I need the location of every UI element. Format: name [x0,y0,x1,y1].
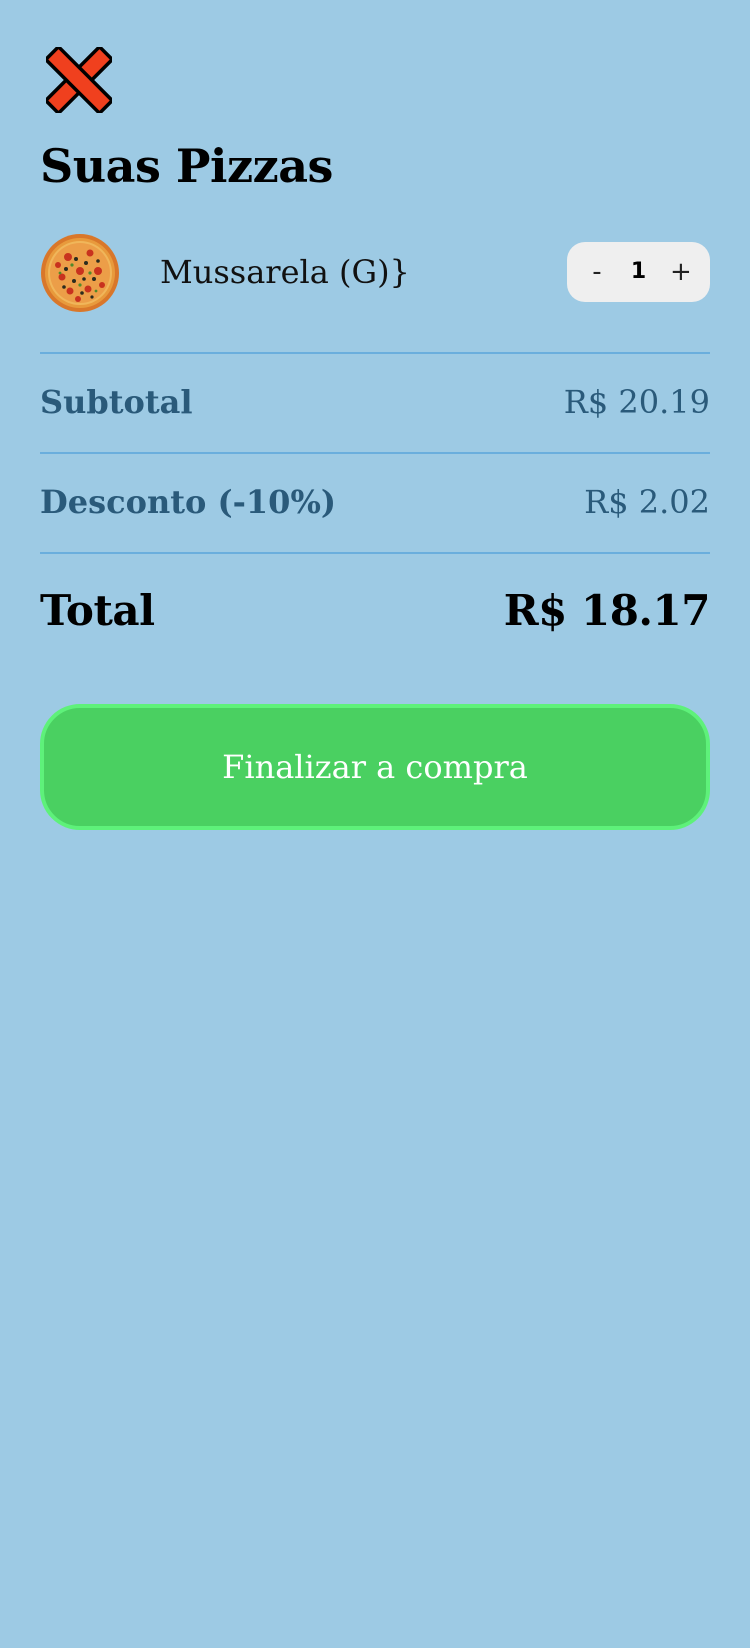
discount-row: Desconto (-10%) R$ 2.02 [40,478,710,526]
total-label: Total [40,585,155,635]
decrement-button[interactable]: - [587,242,607,302]
cart-item: Mussarela (G)} - 1 + [40,231,710,313]
quantity-stepper: - 1 + [567,242,710,302]
subtotal-row: Subtotal R$ 20.19 [40,378,710,426]
discount-label: Desconto (-10%) [40,483,336,521]
item-name: Mussarela (G)} [160,253,410,291]
page-title: Suas Pizzas [40,139,333,193]
subtotal-label: Subtotal [40,383,193,421]
subtotal-value: R$ 20.19 [563,383,710,421]
divider [40,452,710,454]
divider [40,352,710,354]
cart-panel: Suas Pizzas Mussarela (G)} - 1 + Subtota… [0,0,750,1648]
total-row: Total R$ 18.17 [40,580,711,640]
close-x-icon [46,47,112,113]
increment-button[interactable]: + [670,242,692,302]
total-value: R$ 18.17 [503,585,711,635]
checkout-button[interactable]: Finalizar a compra [40,704,710,830]
discount-value: R$ 2.02 [584,483,710,521]
pizza-icon [41,234,119,312]
quantity-value: 1 [630,259,647,284]
divider [40,552,710,554]
checkout-label: Finalizar a compra [222,748,528,786]
close-button[interactable] [46,47,112,113]
